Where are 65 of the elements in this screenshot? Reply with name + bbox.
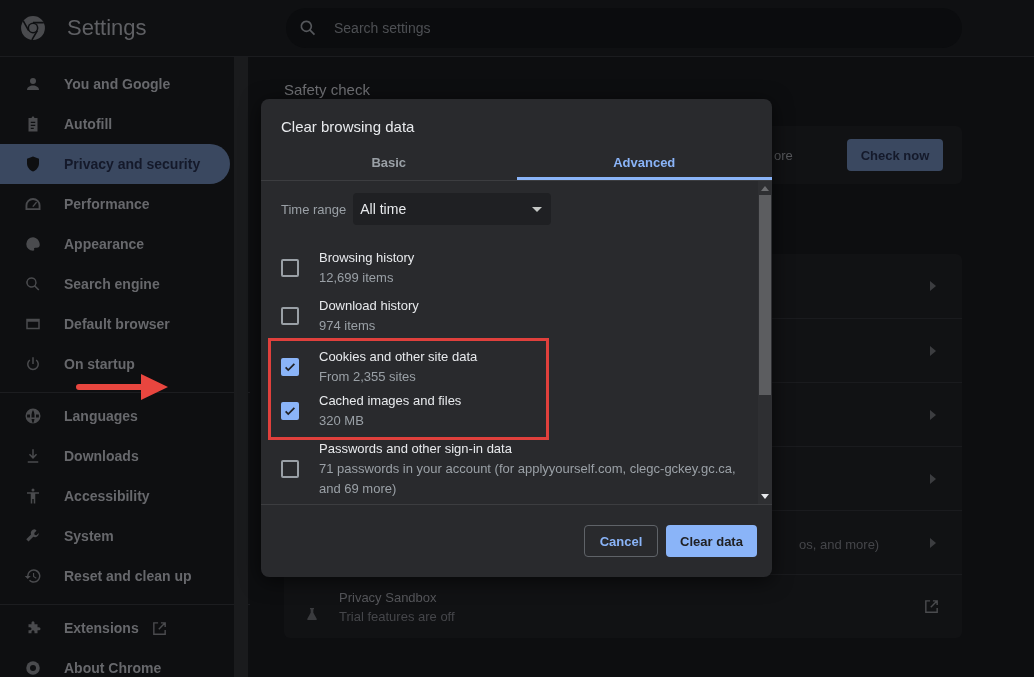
option-detail: 12,699 items — [319, 269, 395, 287]
checkbox[interactable] — [281, 460, 299, 478]
caret-icon[interactable] — [930, 281, 936, 291]
checkbox[interactable] — [281, 358, 299, 376]
caret-icon[interactable] — [930, 409, 936, 420]
power-icon — [24, 355, 42, 373]
sidebar-item[interactable]: On startup — [0, 344, 230, 384]
cancel-button[interactable]: Cancel — [584, 525, 658, 557]
sidebar-item[interactable]: Appearance — [0, 224, 230, 264]
search-field[interactable]: Search settings — [332, 19, 736, 37]
option-title: Passwords and other sign-in data — [319, 440, 513, 458]
clear-data-button[interactable]: Clear data — [666, 525, 757, 557]
option-title: Browsing history — [319, 249, 415, 267]
search-bar[interactable]: Search settings — [286, 8, 962, 48]
sidebar-item[interactable]: Extensions — [0, 608, 230, 648]
row-title: Privacy Sandbox — [339, 589, 438, 605]
caret-icon — [532, 206, 543, 212]
sidebar-item[interactable]: Downloads — [0, 436, 230, 476]
time-range-label: Time range — [281, 201, 347, 217]
caret-icon[interactable] — [930, 345, 936, 356]
history-icon — [24, 567, 42, 585]
option-title: Cookies and other site data — [319, 348, 478, 366]
shield-icon — [24, 155, 42, 173]
caret-icon[interactable] — [930, 537, 936, 548]
sidebar-item[interactable]: Languages — [0, 396, 230, 436]
option-detail: 320 MB — [319, 412, 365, 430]
flask-icon — [304, 606, 320, 622]
option-detail: 71 passwords in your account (for applyyourself.com, clegc-gckey.gc.ca, and 69 more) — [319, 460, 737, 498]
scroll-up-icon[interactable] — [761, 186, 769, 191]
card-text: ore — [774, 147, 793, 163]
person-figure-icon — [24, 487, 42, 505]
sidebar-item[interactable]: You and Google — [0, 64, 230, 104]
tab[interactable]: Advanced — [516, 150, 772, 180]
tab[interactable]: Basic — [261, 150, 517, 180]
sidebar-item[interactable]: Autofill — [0, 104, 230, 144]
page-title: Settings — [67, 15, 147, 41]
person-icon — [24, 75, 42, 93]
search-icon — [298, 18, 318, 38]
sidebar-item[interactable]: Default browser — [0, 304, 230, 344]
sidebar-item[interactable]: About Chrome — [0, 648, 230, 677]
caret-icon[interactable] — [930, 473, 936, 484]
time-range-dropdown[interactable]: All time — [353, 193, 552, 225]
scroll-down-icon[interactable] — [761, 494, 769, 499]
section-title: Safety check — [284, 81, 371, 100]
scrollbar[interactable] — [758, 181, 772, 504]
checkbox[interactable] — [281, 307, 299, 325]
external-link-icon[interactable] — [923, 598, 940, 615]
sidebar-item[interactable]: Accessibility — [0, 476, 230, 516]
option-detail: From 2,355 sites — [319, 368, 417, 386]
option-title: Cached images and files — [319, 392, 462, 410]
option-detail: 974 items — [319, 317, 377, 335]
search-icon — [24, 275, 42, 293]
palette-icon — [24, 235, 42, 253]
sidebar-item[interactable]: Search engine — [0, 264, 230, 304]
checkbox[interactable] — [281, 259, 299, 277]
sidebar-item[interactable]: Reset and clean up — [0, 556, 230, 596]
sidebar-item[interactable]: System — [0, 516, 230, 556]
external-link-icon — [150, 619, 168, 637]
globe-icon — [24, 407, 42, 425]
sidebar-item[interactable]: Performance — [0, 184, 230, 224]
chrome-logo-icon — [20, 15, 46, 41]
checkbox[interactable] — [281, 402, 299, 420]
option-title: Download history — [319, 297, 419, 315]
gauge-icon — [24, 195, 42, 213]
dialog-title: Clear browsing data — [280, 117, 416, 137]
